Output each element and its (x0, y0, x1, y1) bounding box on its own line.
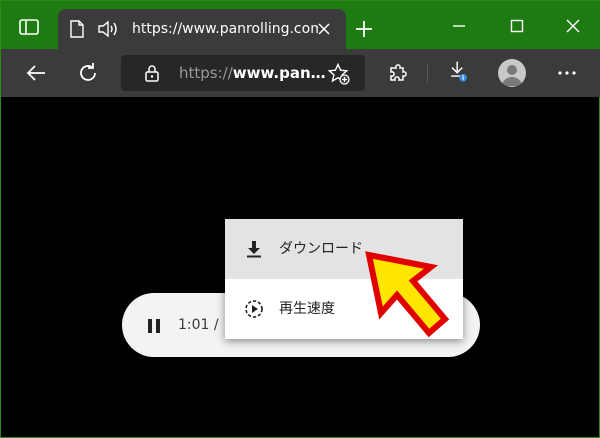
toolbar-divider (427, 63, 428, 83)
browser-toolbar: https://www.pan… (1, 49, 600, 97)
pause-icon[interactable] (147, 318, 161, 334)
downloads-icon[interactable] (447, 60, 469, 82)
playback-time: 1:01 / (178, 317, 219, 333)
audio-playing-icon[interactable] (98, 20, 120, 38)
browser-window: https://www.panrolling.com https://www.p… (0, 0, 600, 438)
tab-title: https://www.panrolling.com (132, 21, 318, 37)
title-bar: https://www.panrolling.com (1, 1, 600, 49)
minimize-icon[interactable] (449, 16, 469, 36)
back-icon[interactable] (25, 62, 47, 84)
url-host: www.pan… (232, 64, 326, 82)
close-window-icon[interactable] (563, 16, 583, 36)
active-tab[interactable]: https://www.panrolling.com (58, 9, 346, 49)
annotation-arrow-icon (365, 251, 450, 338)
maximize-icon[interactable] (507, 16, 527, 36)
page-icon (70, 20, 84, 38)
address-url: https://www.pan… (179, 63, 326, 83)
refresh-icon[interactable] (77, 62, 99, 84)
add-favorite-icon[interactable] (328, 63, 350, 85)
tab-actions-icon[interactable] (19, 19, 39, 35)
more-options-icon[interactable] (556, 62, 578, 84)
new-tab-icon[interactable] (355, 20, 373, 38)
avatar[interactable] (498, 59, 526, 87)
close-icon[interactable] (316, 21, 332, 37)
lock-icon[interactable] (145, 64, 159, 82)
url-scheme: https:// (179, 64, 233, 82)
download-icon (247, 241, 261, 258)
extensions-icon[interactable] (387, 62, 409, 84)
address-bar[interactable]: https://www.pan… (121, 55, 365, 91)
profile-icon (502, 65, 522, 86)
menu-item-label: 再生速度 (279, 301, 335, 317)
playback-speed-icon (245, 300, 263, 318)
